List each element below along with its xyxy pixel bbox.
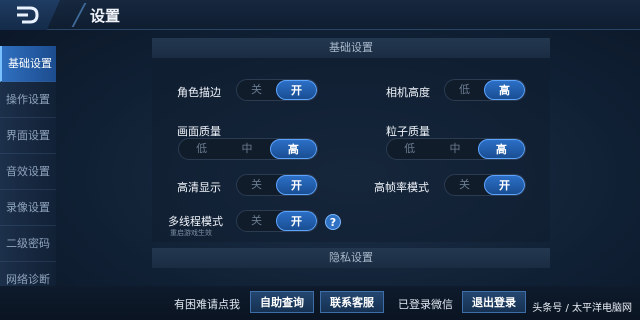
back-button[interactable] bbox=[0, 0, 60, 30]
sidebar: 基础设置 操作设置 界面设置 音效设置 录像设置 二级密码 网络诊断 bbox=[0, 46, 56, 298]
character-outline-off[interactable]: 关 bbox=[237, 80, 276, 100]
title-divider bbox=[59, 3, 87, 27]
sidebar-item-controls[interactable]: 操作设置 bbox=[0, 82, 56, 118]
particle-quality-medium[interactable]: 中 bbox=[432, 139, 477, 159]
basic-settings-header: 基础设置 bbox=[152, 38, 550, 58]
graphics-quality-medium[interactable]: 中 bbox=[224, 139, 269, 159]
graphics-quality-high[interactable]: 高 bbox=[269, 139, 317, 159]
character-outline-on[interactable]: 开 bbox=[276, 80, 317, 100]
page-title: 设置 bbox=[90, 7, 121, 25]
high-fps-on[interactable]: 开 bbox=[484, 175, 525, 195]
camera-height-toggle[interactable]: 低 高 bbox=[444, 79, 526, 101]
sidebar-item-basic-settings[interactable]: 基础设置 bbox=[0, 46, 56, 82]
multithread-on[interactable]: 开 bbox=[276, 211, 317, 231]
back-arrow-icon bbox=[17, 6, 39, 24]
multithread-label: 多线程模式 bbox=[168, 215, 223, 228]
camera-height-low[interactable]: 低 bbox=[445, 80, 484, 100]
sidebar-item-replay[interactable]: 录像设置 bbox=[0, 190, 56, 226]
graphics-quality-low[interactable]: 低 bbox=[179, 139, 224, 159]
privacy-settings-header: 隐私设置 bbox=[152, 248, 550, 268]
login-status-text: 已登录微信 bbox=[398, 298, 453, 311]
character-outline-toggle[interactable]: 关 开 bbox=[236, 79, 318, 101]
camera-height-label: 相机高度 bbox=[386, 86, 430, 99]
hd-display-off[interactable]: 关 bbox=[237, 175, 276, 195]
self-query-button[interactable]: 自助查询 bbox=[250, 291, 314, 313]
sidebar-item-sound[interactable]: 音效设置 bbox=[0, 154, 56, 190]
help-icon[interactable]: ? bbox=[325, 214, 341, 230]
multithread-off[interactable]: 关 bbox=[237, 211, 276, 231]
camera-height-high[interactable]: 高 bbox=[484, 80, 525, 100]
multithread-restart-note: 重启游戏生效 bbox=[170, 229, 212, 237]
hd-display-toggle[interactable]: 关 开 bbox=[236, 174, 318, 196]
high-fps-off[interactable]: 关 bbox=[445, 175, 484, 195]
logout-button[interactable]: 退出登录 bbox=[462, 291, 526, 313]
graphics-quality-label: 画面质量 bbox=[177, 125, 221, 138]
help-prompt-text: 有困难请点我 bbox=[174, 298, 240, 311]
contact-service-button[interactable]: 联系客服 bbox=[320, 291, 384, 313]
particle-quality-high[interactable]: 高 bbox=[477, 139, 525, 159]
character-outline-label: 角色描边 bbox=[177, 86, 221, 99]
particle-quality-label: 粒子质量 bbox=[386, 125, 430, 138]
high-fps-label: 高帧率模式 bbox=[374, 181, 429, 194]
sidebar-item-secondary-password[interactable]: 二级密码 bbox=[0, 226, 56, 262]
hd-display-on[interactable]: 开 bbox=[276, 175, 317, 195]
hd-display-label: 高清显示 bbox=[177, 181, 221, 194]
multithread-toggle[interactable]: 关 开 bbox=[236, 210, 318, 232]
high-fps-toggle[interactable]: 关 开 bbox=[444, 174, 526, 196]
graphics-quality-selector[interactable]: 低 中 高 bbox=[178, 138, 318, 160]
sidebar-item-interface[interactable]: 界面设置 bbox=[0, 118, 56, 154]
watermark-text: 头条号 / 太平洋电脑网 bbox=[532, 303, 632, 314]
top-bar: 设置 bbox=[0, 0, 640, 30]
particle-quality-selector[interactable]: 低 中 高 bbox=[386, 138, 526, 160]
particle-quality-low[interactable]: 低 bbox=[387, 139, 432, 159]
